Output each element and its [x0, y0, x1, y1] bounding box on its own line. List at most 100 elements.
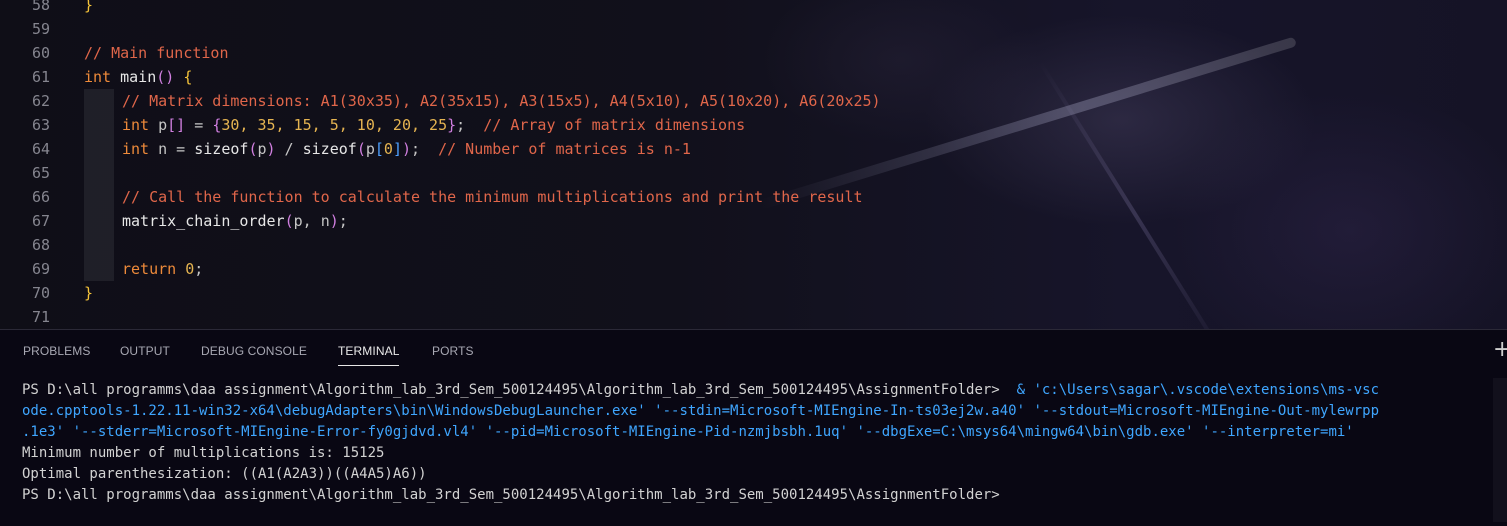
- code-text: matrix_chain_order(p, n);: [122, 209, 348, 233]
- code-token: }: [447, 116, 457, 134]
- terminal-output[interactable]: PS D:\all programms\daa assignment\Algor…: [22, 380, 1492, 506]
- code-token: n =: [149, 140, 195, 158]
- terminal-scrollbar[interactable]: [1493, 378, 1507, 522]
- line-number: 61: [31, 68, 50, 86]
- tab-output[interactable]: OUTPUT: [120, 344, 170, 358]
- code-text: int n = sizeof(p) / sizeof(p[0]); // Num…: [122, 137, 691, 161]
- panel-tabs: PROBLEMS OUTPUT DEBUG CONSOLE TERMINAL PORTS: [0, 330, 1507, 374]
- code-token: }: [84, 284, 94, 302]
- terminal-command: & 'c:\Users\sagar\.vscode\extensions\ms-…: [999, 382, 1380, 398]
- code-text: // Matrix dimensions: A1(30x35), A2(35x1…: [122, 89, 881, 113]
- terminal-prompt: PS D:\all programms\daa assignment\Algor…: [22, 487, 1000, 503]
- code-line[interactable]: 64 int n = sizeof(p) / sizeof(p[0]); // N…: [0, 137, 1507, 161]
- terminal-prompt: PS D:\all programms\daa assignment\Algor…: [22, 382, 1000, 398]
- code-token: ;: [194, 260, 204, 278]
- code-line[interactable]: 61 int main() {: [0, 65, 1507, 89]
- indent-guide: [84, 209, 114, 233]
- code-token: =: [185, 116, 213, 134]
- code-token: (: [284, 212, 294, 230]
- code-token: int: [84, 68, 112, 86]
- code-text: }: [84, 281, 93, 305]
- code-token: ]: [392, 140, 402, 158]
- code-token: // Array of matrix dimensions: [483, 116, 746, 134]
- line-number: 71: [31, 308, 50, 326]
- code-line[interactable]: 59: [0, 17, 1507, 41]
- code-token: sizeof: [302, 140, 357, 158]
- code-token: []: [167, 116, 186, 134]
- code-text: // Main function: [84, 41, 229, 65]
- code-token: // Number of matrices is n-1: [438, 140, 691, 158]
- line-number: 65: [31, 164, 50, 182]
- indent-guide: [84, 161, 114, 185]
- line-number: 59: [31, 20, 50, 38]
- code-line[interactable]: 70}: [0, 281, 1507, 305]
- code-token: ): [401, 140, 411, 158]
- tab-terminal[interactable]: TERMINAL: [338, 344, 400, 366]
- code-token: {: [174, 68, 193, 86]
- line-number: 66: [31, 188, 50, 206]
- line-number: 64: [31, 140, 50, 158]
- code-editor[interactable]: 58} 59 60// Main function 61 int main() {62/…: [0, 0, 1507, 329]
- code-token: p: [365, 140, 375, 158]
- indent-guide: [84, 113, 114, 137]
- code-line[interactable]: 63 int p[] = {30, 35, 15, 5, 10, 20, 25};…: [0, 113, 1507, 137]
- line-number: 69: [31, 260, 50, 278]
- indent-guide: [84, 257, 114, 281]
- code-line[interactable]: 58}: [0, 0, 1507, 17]
- code-token: return: [122, 260, 177, 278]
- indent-guide: [84, 89, 114, 113]
- code-token: main: [111, 68, 157, 86]
- code-token: ): [329, 212, 339, 230]
- line-number: 58: [31, 0, 50, 14]
- code-token: matrix_chain_order: [122, 212, 285, 230]
- code-token: 0: [383, 140, 393, 158]
- code-text: int p[] = {30, 35, 15, 5, 10, 20, 25}; /…: [122, 113, 745, 137]
- code-line[interactable]: 62 // Matrix dimensions: A1(30x35), A2(35…: [0, 89, 1507, 113]
- code-token: [: [374, 140, 384, 158]
- indent-guide: [84, 185, 114, 209]
- tab-problems[interactable]: PROBLEMS: [23, 344, 91, 358]
- indent-guide: [84, 233, 114, 257]
- code-token: n: [320, 212, 330, 230]
- code-line[interactable]: 68: [0, 233, 1507, 257]
- code-line[interactable]: 67 matrix_chain_order(p, n);: [0, 209, 1507, 233]
- code-text: return 0;: [122, 257, 203, 281]
- code-token: ;: [338, 212, 348, 230]
- code-token: (): [156, 68, 175, 86]
- code-line[interactable]: 66 // Call the function to calculate the …: [0, 185, 1507, 209]
- tab-ports[interactable]: PORTS: [432, 344, 474, 358]
- bottom-panel: PROBLEMS OUTPUT DEBUG CONSOLE TERMINAL PORTS…: [0, 329, 1507, 526]
- code-token: p: [293, 212, 303, 230]
- code-token: p: [257, 140, 267, 158]
- code-line[interactable]: 69 return 0;: [0, 257, 1507, 281]
- plus-icon[interactable]: +: [1493, 339, 1507, 361]
- code-text: }: [84, 0, 93, 17]
- code-token: 0: [185, 260, 195, 278]
- code-token: // Call the function to calculate the mi…: [122, 188, 863, 206]
- terminal-command: .1e3' '--stderr=Microsoft-MIEngine-Error…: [22, 424, 1354, 440]
- code-line[interactable]: 60 // Main function: [0, 41, 1507, 65]
- code-token: }: [84, 0, 94, 14]
- terminal-output-line: Minimum number of multiplications is: 15…: [22, 445, 385, 461]
- line-number: 68: [31, 236, 50, 254]
- code-line[interactable]: 71: [0, 305, 1507, 329]
- code-token: int: [122, 140, 150, 158]
- code-token: {: [212, 116, 222, 134]
- code-text: // Call the function to calculate the mi…: [122, 185, 863, 209]
- indent-guide: [84, 137, 114, 161]
- line-number: 62: [31, 92, 50, 110]
- code-token: ,: [302, 212, 321, 230]
- code-token: ;: [411, 140, 439, 158]
- code-token: sizeof: [194, 140, 249, 158]
- code-token: /: [275, 140, 303, 158]
- line-number: 63: [31, 116, 50, 134]
- line-number: 70: [31, 284, 50, 302]
- code-token: ;: [456, 116, 484, 134]
- code-line[interactable]: 65: [0, 161, 1507, 185]
- code-token: // Matrix dimensions: A1(30x35), A2(35x1…: [122, 92, 881, 110]
- code-token: (: [356, 140, 366, 158]
- tab-debug-console[interactable]: DEBUG CONSOLE: [201, 344, 307, 358]
- line-number: 67: [31, 212, 50, 230]
- code-token: // Main function: [84, 44, 229, 62]
